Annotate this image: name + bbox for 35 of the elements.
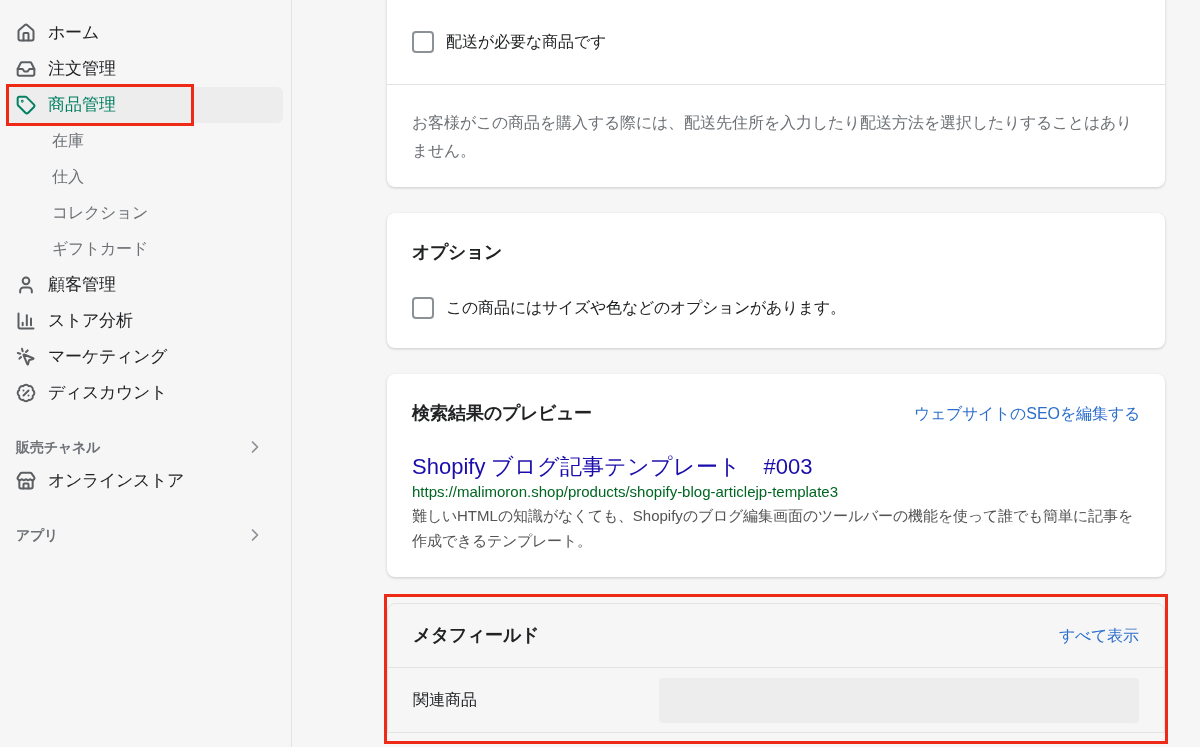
preview-title[interactable]: Shopify ブログ記事テンプレート #003 (412, 453, 1140, 481)
nav-item[interactable]: 顧客管理 (8, 267, 283, 303)
section-heading: アプリ (16, 525, 58, 545)
nav-subitem[interactable]: 在庫 (8, 123, 283, 159)
card-title: 検索結果のプレビュー (412, 402, 592, 425)
edit-seo-link[interactable]: ウェブサイトのSEOを編集する (914, 401, 1140, 426)
nav-subitem[interactable]: コレクション (8, 195, 283, 231)
nav-item[interactable]: 商品管理 (8, 87, 283, 123)
tag-icon (16, 95, 36, 115)
nav-item[interactable]: 注文管理 (8, 51, 283, 87)
preview-description: 難しいHTMLの知識がなくても、Shopifyのブログ編集画面のツールバーの機能を使って誰でも簡単に記事を作成できるテンプレート。 (412, 506, 1134, 551)
card-title: メタフィールド (413, 624, 539, 647)
chart-icon (16, 311, 36, 331)
card-title: オプション (412, 241, 503, 264)
nav-subitem[interactable]: ギフトカード (8, 231, 283, 267)
checkbox[interactable] (412, 31, 434, 53)
nav-item[interactable]: ストア分析 (8, 303, 283, 339)
discount-icon (16, 383, 36, 403)
nav-item[interactable]: ホーム (8, 15, 283, 51)
inbox-icon (16, 59, 36, 79)
nav-subitem[interactable]: 仕入 (8, 159, 283, 195)
nav-item[interactable]: ディスカウント (8, 375, 283, 411)
preview-url: https://malimoron.shop/products/shopify-blog-articlejp-template3 (412, 482, 840, 502)
user-icon (16, 275, 36, 295)
view-all-link[interactable]: すべて表示 (1059, 623, 1139, 648)
nav-item[interactable]: マーケティング (8, 339, 283, 375)
shipping-note: お客様がこの商品を購入する際には、配送先住所を入力したり配送方法を選択したりすることはありません。 (412, 113, 1133, 161)
checkbox[interactable] (412, 297, 434, 319)
nav-item[interactable]: オンラインストア (8, 463, 283, 499)
checkbox-label: 配送が必要な商品です (446, 32, 606, 52)
field-label: 関連商品 (413, 690, 478, 710)
store-icon (16, 471, 36, 491)
checkbox-label: この商品にはサイズや色などのオプションがあります。 (446, 298, 846, 318)
section-heading: 販売チャネル (16, 437, 100, 457)
home-icon (16, 23, 36, 43)
